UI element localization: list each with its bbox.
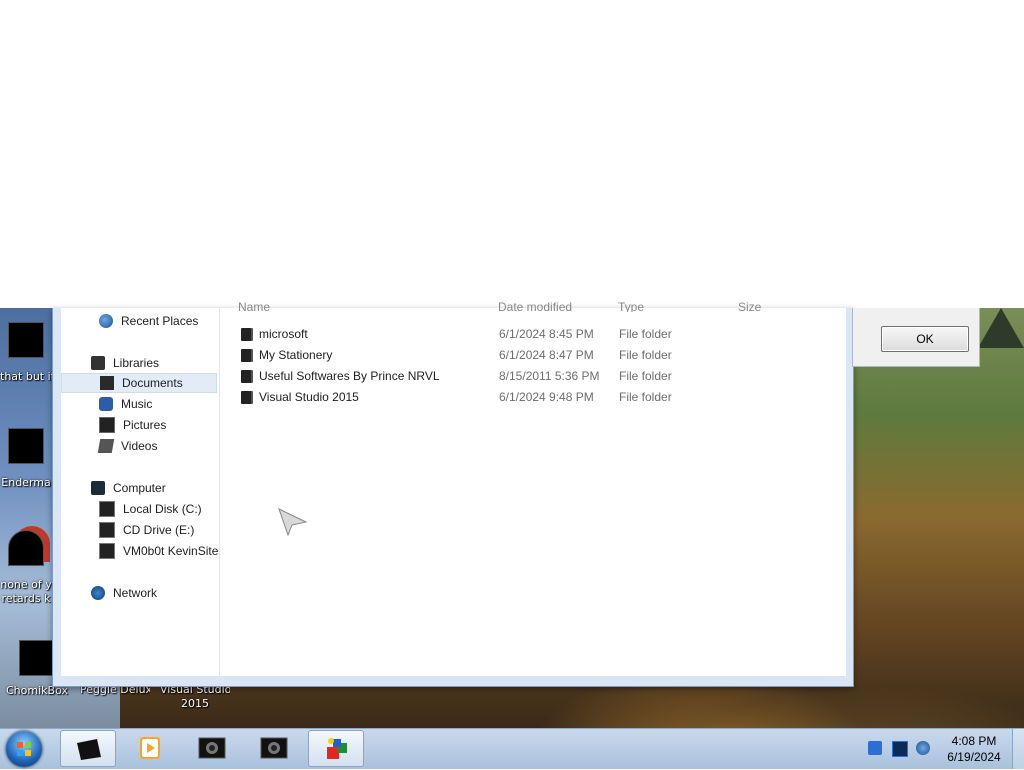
file-list[interactable]: Name Date modified Type Size microsoft 6… [220,300,846,676]
app-window-icon [198,737,226,759]
column-header-size[interactable]: Size [738,300,778,312]
clock-time: 4:08 PM [951,734,997,748]
tray-volume-icon[interactable] [916,741,930,755]
wallpaper-tree [978,308,1024,348]
explorer-window: Recent Places Libraries Documents Music … [52,300,854,687]
libraries-icon [91,356,105,370]
shortcut-icon [8,322,44,358]
network-icon [91,586,105,600]
file-row[interactable]: microsoft 6/1/2024 8:45 PM File folder [238,324,838,344]
taskbar-explorer-button[interactable] [60,730,116,767]
windows-logo-icon [17,742,31,756]
shortcut-icon [8,428,44,464]
shortcut-icon [8,530,44,566]
clock[interactable]: 4:08 PM 6/19/2024 [940,733,1008,765]
videos-icon [97,439,115,453]
desktop-icon-that-but-it[interactable]: that but it [0,322,52,384]
file-row[interactable]: Useful Softwares By Prince NRVL 8/15/201… [238,366,838,386]
taskbar: 4:08 PM 6/19/2024 [0,728,1024,769]
folder-icon [241,328,251,341]
computer-icon [91,481,105,495]
column-header-name[interactable]: Name [238,300,278,312]
desktop-icon-none-of[interactable]: none of y retards k [0,530,52,606]
tray-network-icon[interactable] [892,741,908,757]
clock-date: 6/19/2024 [947,750,1001,764]
folder-icon [241,391,251,404]
desktop-icon-visual-studio[interactable]: Visual Studio 2015 [160,683,230,711]
music-icon [99,397,113,411]
navigation-pane: Recent Places Libraries Documents Music … [61,308,220,676]
system-tray [862,737,942,761]
shortcut-icon [19,640,55,676]
taskbar-media-player-button[interactable] [122,730,178,767]
file-row[interactable]: Visual Studio 2015 6/1/2024 9:48 PM File… [238,387,838,407]
cd-drive-icon [99,522,115,538]
pictures-icon [99,417,115,433]
desktop-icon-enderma[interactable]: Enderma [0,428,52,490]
nav-documents[interactable]: Documents [61,373,217,393]
network-drive-icon [99,543,115,559]
mouse-cursor-icon [278,508,308,536]
tray-flag-icon[interactable] [868,741,882,755]
file-row[interactable]: My Stationery 6/1/2024 8:47 PM File fold… [238,345,838,365]
app-window-icon [260,737,288,759]
folder-icon [241,349,251,362]
folder-icon [241,370,251,383]
column-header-type[interactable]: Type [618,300,658,312]
taskbar-app-button-2[interactable] [246,730,302,767]
message-dialog: OK [852,308,980,367]
ok-button[interactable]: OK [881,326,969,352]
column-header-date-modified[interactable]: Date modified [498,300,578,312]
recent-places-icon [99,314,113,328]
media-player-icon [140,737,160,759]
explorer-icon [77,739,101,760]
taskbar-app-button-3[interactable] [308,730,364,767]
documents-icon [100,376,114,390]
hard-disk-icon [99,501,115,517]
colored-cubes-icon [327,738,347,759]
blank-screen-area [0,0,1024,308]
taskbar-app-button-1[interactable] [184,730,240,767]
show-desktop-button[interactable] [1012,729,1024,769]
start-button[interactable] [6,731,42,767]
